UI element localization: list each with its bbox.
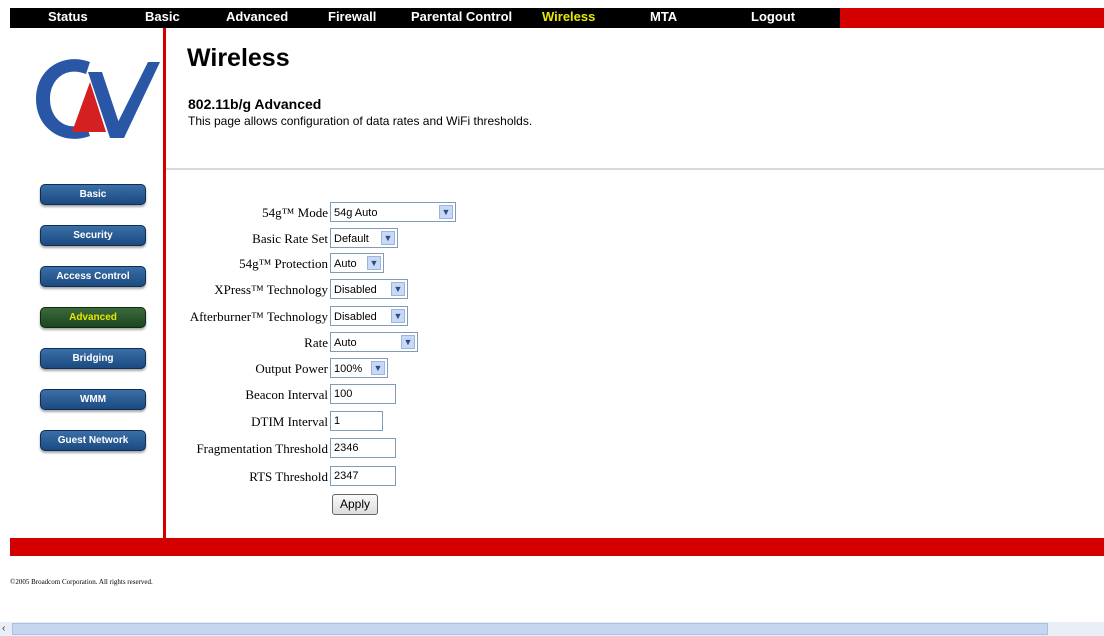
mode-label: 54g™ Mode: [262, 205, 328, 220]
rate-select[interactable]: Auto ▼: [330, 332, 418, 352]
mode-select[interactable]: 54g Auto ▼: [330, 202, 456, 222]
afterburner-select[interactable]: Disabled ▼: [330, 306, 408, 326]
nav-accent-bar: [840, 8, 1104, 28]
afterburner-label: Afterburner™ Technology: [189, 309, 328, 324]
xpress-label: XPress™ Technology: [214, 282, 328, 297]
sidebar-item-advanced[interactable]: Advanced: [40, 307, 146, 328]
basic-rate-select[interactable]: Default ▼: [330, 228, 398, 248]
output-power-select[interactable]: 100% ▼: [330, 358, 388, 378]
rts-threshold-label: RTS Threshold: [249, 469, 328, 484]
copyright-text: ©2005 Broadcom Corporation. All rights r…: [10, 578, 153, 586]
scrollbar-thumb[interactable]: [12, 623, 1048, 635]
chevron-down-icon: ▼: [391, 309, 405, 323]
sidebar-item-wmm[interactable]: WMM: [40, 389, 146, 410]
nav-status[interactable]: Status: [48, 9, 88, 24]
rate-label: Rate: [304, 335, 328, 350]
page-subtitle: 802.11b/g Advanced: [188, 96, 322, 112]
protection-label: 54g™ Protection: [239, 256, 328, 271]
horizontal-scrollbar[interactable]: ‹: [0, 622, 1104, 636]
nav-wireless[interactable]: Wireless: [542, 9, 595, 24]
output-power-value: 100%: [334, 363, 363, 375]
dtim-interval-input[interactable]: 1: [330, 411, 383, 431]
chevron-down-icon: ▼: [371, 361, 385, 375]
page-description: This page allows configuration of data r…: [188, 114, 533, 128]
sidebar-item-guest-network[interactable]: Guest Network: [40, 430, 146, 451]
left-panel: Basic Security Access Control Advanced B…: [10, 28, 163, 538]
scroll-left-icon[interactable]: ‹: [2, 623, 12, 635]
sidebar-item-basic[interactable]: Basic: [40, 184, 146, 205]
nav-firewall[interactable]: Firewall: [328, 9, 376, 24]
afterburner-value: Disabled: [334, 311, 377, 323]
rate-value: Auto: [334, 337, 357, 349]
nav-mta[interactable]: MTA: [650, 9, 677, 24]
top-nav: Status Basic Advanced Firewall Parental …: [0, 0, 1104, 28]
nav-basic[interactable]: Basic: [145, 9, 180, 24]
chevron-down-icon: ▼: [381, 231, 395, 245]
beacon-interval-label: Beacon Interval: [245, 387, 328, 402]
chevron-down-icon: ▼: [391, 282, 405, 296]
fragmentation-threshold-input[interactable]: 2346: [330, 438, 396, 458]
footer-bar: [10, 538, 1104, 556]
rts-threshold-input[interactable]: 2347: [330, 466, 396, 486]
xpress-select[interactable]: Disabled ▼: [330, 279, 408, 299]
apply-button[interactable]: Apply: [332, 494, 378, 515]
fragmentation-threshold-label: Fragmentation Threshold: [196, 441, 328, 456]
nav-advanced[interactable]: Advanced: [226, 9, 288, 24]
header-divider: [166, 168, 1104, 170]
chevron-down-icon: ▼: [367, 256, 381, 270]
chevron-down-icon: ▼: [439, 205, 453, 219]
basic-rate-value: Default: [334, 233, 369, 245]
sidebar-divider: [163, 28, 166, 538]
nav-parental-control[interactable]: Parental Control: [411, 9, 512, 24]
protection-value: Auto: [334, 258, 357, 270]
chevron-down-icon: ▼: [401, 335, 415, 349]
beacon-interval-input[interactable]: 100: [330, 384, 396, 404]
mode-value: 54g Auto: [334, 207, 378, 219]
xpress-value: Disabled: [334, 284, 377, 296]
sidebar-item-bridging[interactable]: Bridging: [40, 348, 146, 369]
sidebar-item-access-control[interactable]: Access Control: [40, 266, 146, 287]
protection-select[interactable]: Auto ▼: [330, 253, 384, 273]
nav-logout[interactable]: Logout: [751, 9, 795, 24]
company-logo: [36, 59, 160, 139]
page-title: Wireless: [187, 44, 290, 72]
sidebar-item-security[interactable]: Security: [40, 225, 146, 246]
dtim-interval-label: DTIM Interval: [251, 414, 328, 429]
basic-rate-label: Basic Rate Set: [252, 231, 328, 246]
output-power-label: Output Power: [255, 361, 328, 376]
